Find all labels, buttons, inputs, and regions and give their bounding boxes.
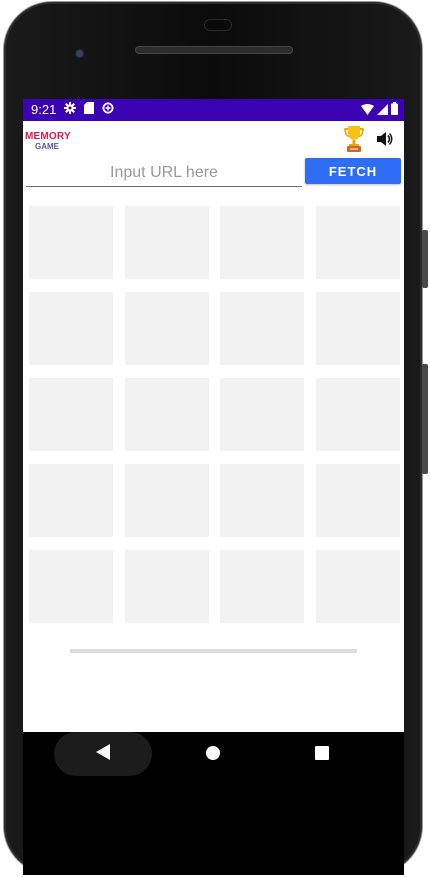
recents-icon — [315, 745, 329, 764]
card-tile[interactable] — [220, 206, 304, 279]
wifi-icon — [361, 103, 374, 118]
memory-game-screen: MEMORY GAME FETCH — [23, 121, 404, 732]
card-tile[interactable] — [220, 550, 304, 623]
gear-icon — [64, 102, 77, 117]
front-camera — [74, 48, 88, 62]
card-tile[interactable] — [316, 464, 400, 537]
power-button — [422, 230, 428, 288]
progress-bar — [70, 649, 357, 653]
volume-icon[interactable] — [376, 131, 394, 147]
logo-subtitle: GAME — [35, 142, 59, 151]
memory-game-logo: MEMORY GAME — [25, 131, 75, 155]
recents-button[interactable] — [304, 740, 340, 768]
fetch-button[interactable]: FETCH — [305, 158, 401, 184]
status-time: 9:21 — [31, 102, 57, 117]
card-tile[interactable] — [125, 206, 209, 279]
status-bar: 9:21 — [23, 99, 404, 121]
card-tile[interactable] — [316, 206, 400, 279]
trophy-icon[interactable] — [341, 124, 367, 154]
card-tile[interactable] — [316, 292, 400, 365]
card-tile[interactable] — [29, 550, 113, 623]
battery-icon — [391, 102, 398, 118]
card-tile[interactable] — [29, 378, 113, 451]
url-input[interactable] — [26, 159, 302, 187]
card-tile[interactable] — [316, 378, 400, 451]
card-tile[interactable] — [125, 292, 209, 365]
home-icon — [206, 745, 220, 764]
back-button[interactable] — [85, 740, 121, 768]
cell-signal-icon — [377, 103, 388, 118]
card-tile[interactable] — [125, 464, 209, 537]
card-tile[interactable] — [220, 378, 304, 451]
card-tile[interactable] — [316, 550, 400, 623]
navigation-bar — [23, 732, 404, 875]
card-tile[interactable] — [220, 292, 304, 365]
card-tile[interactable] — [29, 292, 113, 365]
logo-title: MEMORY — [25, 131, 71, 142]
card-tile[interactable] — [125, 378, 209, 451]
volume-rocker — [422, 364, 428, 474]
device-screen: 9:21 MEMORY GAME Input URL here FETCH — [23, 99, 404, 875]
card-tile[interactable] — [29, 206, 113, 279]
data-saver-icon — [102, 102, 114, 117]
card-tile[interactable] — [220, 464, 304, 537]
card-tile[interactable] — [125, 550, 209, 623]
home-button[interactable] — [195, 740, 231, 768]
status-right — [361, 102, 398, 118]
card-grid — [29, 206, 400, 624]
earpiece-slot — [204, 19, 232, 31]
status-left: 9:21 — [31, 102, 114, 117]
sd-card-icon — [84, 102, 95, 117]
back-icon — [96, 744, 110, 764]
top-speaker-grille — [135, 46, 293, 54]
card-tile[interactable] — [29, 464, 113, 537]
